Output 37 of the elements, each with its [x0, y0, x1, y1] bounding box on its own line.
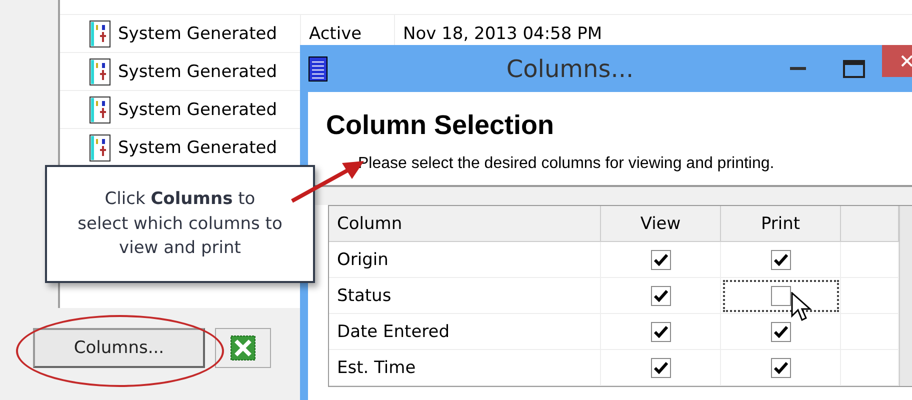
checkbox[interactable]: [650, 322, 670, 342]
columns-button[interactable]: Columns...: [33, 328, 205, 368]
maximize-icon: [843, 60, 865, 78]
checkbox[interactable]: [650, 358, 670, 378]
record-name: System Generated: [118, 62, 277, 82]
column-name: Origin: [329, 242, 601, 278]
spreadsheet-icon: [230, 335, 256, 361]
document-icon: [88, 96, 112, 124]
instructions-text: Please select the desired columns for viewing and printing.: [358, 155, 776, 173]
document-icon: [308, 56, 330, 82]
callout-text: Click Columns to select which columns to view and print: [77, 188, 283, 260]
column-name: Status: [329, 278, 601, 314]
date-text: Nov 18, 2013 04:58 PM: [403, 24, 602, 44]
dialog-heading: Column Selection: [326, 110, 556, 141]
close-icon: [900, 54, 912, 68]
column-name: Date Entered: [329, 314, 601, 350]
column-header[interactable]: View: [601, 206, 721, 242]
record-name: System Generated: [118, 138, 277, 158]
document-icon: [88, 20, 112, 48]
status-text: Active: [309, 24, 362, 44]
checkbox[interactable]: [770, 322, 790, 342]
checkbox[interactable]: [770, 358, 790, 378]
window-title: Columns...: [505, 54, 635, 82]
record-name: System Generated: [118, 100, 277, 120]
mouse-pointer-icon: [791, 292, 813, 324]
column-header[interactable]: Print: [721, 206, 841, 242]
excel-export-button[interactable]: [215, 328, 271, 368]
checkbox[interactable]: [650, 250, 670, 270]
column-name: Est. Time: [329, 350, 601, 386]
minimize-icon: [790, 66, 806, 70]
checkbox[interactable]: [770, 250, 790, 270]
column-header[interactable]: Column: [329, 206, 601, 242]
checkbox[interactable]: [650, 286, 670, 306]
document-icon: [88, 58, 112, 86]
record-name: System Generated: [118, 24, 277, 44]
checkbox[interactable]: [770, 286, 790, 306]
document-icon: [88, 134, 112, 162]
